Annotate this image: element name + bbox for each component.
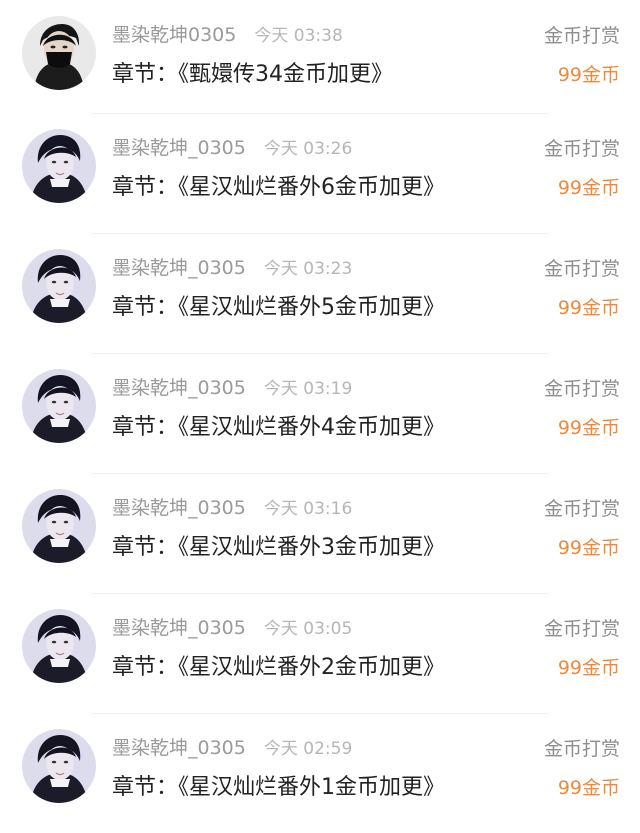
reward-type-label: 金币打赏	[543, 258, 620, 280]
reward-amount: 99金币	[557, 64, 620, 86]
username[interactable]: 墨染乾坤_0305	[112, 493, 246, 520]
reward-meta: 墨染乾坤_0305 今天 03:05	[112, 613, 352, 641]
timestamp: 今天 03:23	[263, 259, 353, 279]
chapter-title[interactable]: 章节：《星汉灿烂番外1金币加更》	[112, 769, 445, 801]
reward-amount: 99金币	[557, 297, 620, 319]
avatar-portrait-icon	[22, 249, 96, 323]
username[interactable]: 墨染乾坤_0305	[112, 733, 246, 760]
timestamp: 今天 03:26	[263, 139, 353, 159]
avatar-portrait-icon	[22, 489, 96, 563]
avatar-portrait-icon	[22, 369, 96, 443]
timestamp: 今天 03:16	[263, 499, 353, 519]
chapter-title[interactable]: 章节：《星汉灿烂番外2金币加更》	[112, 649, 445, 681]
reward-type-label: 金币打赏	[543, 378, 620, 400]
avatar[interactable]	[22, 489, 96, 563]
reward-list-item[interactable]: 墨染乾坤_0305 今天 03:16 章节：《星汉灿烂番外3金币加更》 金币打赏…	[0, 473, 640, 593]
reward-type-label: 金币打赏	[543, 618, 620, 640]
avatar-portrait-icon	[22, 729, 96, 803]
chapter-title[interactable]: 章节：《星汉灿烂番外3金币加更》	[112, 529, 445, 561]
reward-meta: 墨染乾坤_0305 今天 03:19	[112, 373, 352, 401]
reward-type-label: 金币打赏	[543, 498, 620, 520]
avatar[interactable]	[22, 16, 96, 90]
reward-list-item[interactable]: 墨染乾坤_0305 今天 03:26 章节：《星汉灿烂番外6金币加更》 金币打赏…	[0, 113, 640, 233]
reward-type-label: 金币打赏	[543, 138, 620, 160]
reward-meta: 墨染乾坤_0305 今天 02:59	[112, 733, 352, 761]
reward-amount: 99金币	[557, 777, 620, 799]
reward-amount: 99金币	[557, 657, 620, 679]
reward-list-item[interactable]: 墨染乾坤_0305 今天 02:59 章节：《星汉灿烂番外1金币加更》 金币打赏…	[0, 713, 640, 833]
avatar[interactable]	[22, 729, 96, 803]
reward-type-label: 金币打赏	[543, 25, 620, 47]
username[interactable]: 墨染乾坤0305	[112, 20, 236, 47]
chapter-title[interactable]: 章节：《星汉灿烂番外6金币加更》	[112, 169, 445, 201]
chapter-title[interactable]: 章节：《甄嬛传34金币加更》	[112, 56, 393, 88]
timestamp: 今天 03:38	[254, 26, 343, 46]
reward-list-item[interactable]: 墨染乾坤_0305 今天 03:19 章节：《星汉灿烂番外4金币加更》 金币打赏…	[0, 353, 640, 473]
avatar-portrait-icon	[22, 129, 96, 203]
username[interactable]: 墨染乾坤_0305	[112, 613, 246, 640]
timestamp: 今天 02:59	[263, 739, 353, 759]
reward-meta: 墨染乾坤0305 今天 03:38	[112, 20, 343, 48]
avatar[interactable]	[22, 609, 96, 683]
avatar-masked-portrait-icon	[22, 16, 96, 90]
timestamp: 今天 03:05	[263, 619, 353, 639]
reward-meta: 墨染乾坤_0305 今天 03:26	[112, 133, 352, 161]
reward-amount: 99金币	[557, 417, 620, 439]
reward-list-item[interactable]: 墨染乾坤0305 今天 03:38 章节：《甄嬛传34金币加更》 金币打赏 99…	[0, 0, 640, 113]
reward-type-label: 金币打赏	[543, 738, 620, 760]
chapter-title[interactable]: 章节：《星汉灿烂番外4金币加更》	[112, 409, 445, 441]
username[interactable]: 墨染乾坤_0305	[112, 253, 246, 280]
avatar-portrait-icon	[22, 609, 96, 683]
avatar[interactable]	[22, 129, 96, 203]
username[interactable]: 墨染乾坤_0305	[112, 133, 246, 160]
reward-meta: 墨染乾坤_0305 今天 03:16	[112, 493, 352, 521]
avatar[interactable]	[22, 249, 96, 323]
timestamp: 今天 03:19	[263, 379, 353, 399]
reward-list: 墨染乾坤0305 今天 03:38 章节：《甄嬛传34金币加更》 金币打赏 99…	[0, 0, 640, 825]
reward-list-item[interactable]: 墨染乾坤_0305 今天 03:05 章节：《星汉灿烂番外2金币加更》 金币打赏…	[0, 593, 640, 713]
reward-list-item[interactable]: 墨染乾坤_0305 今天 03:23 章节：《星汉灿烂番外5金币加更》 金币打赏…	[0, 233, 640, 353]
username[interactable]: 墨染乾坤_0305	[112, 373, 246, 400]
reward-amount: 99金币	[557, 177, 620, 199]
avatar[interactable]	[22, 369, 96, 443]
reward-meta: 墨染乾坤_0305 今天 03:23	[112, 253, 352, 281]
chapter-title[interactable]: 章节：《星汉灿烂番外5金币加更》	[112, 289, 445, 321]
reward-amount: 99金币	[557, 537, 620, 559]
